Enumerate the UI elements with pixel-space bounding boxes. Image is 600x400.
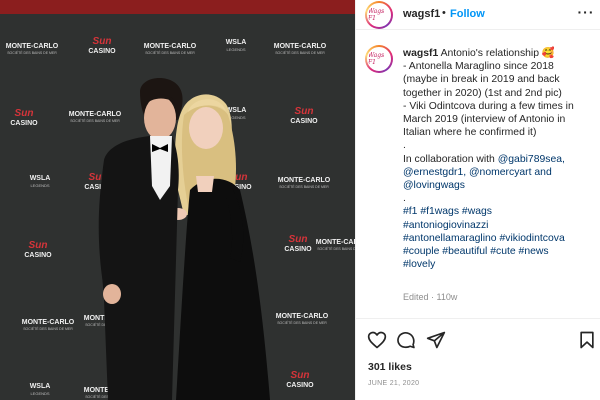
caption-username[interactable]: wagsf1 bbox=[403, 48, 438, 59]
backdrop-logo-text: Sun bbox=[93, 36, 112, 47]
backdrop-logo-text: WSLA bbox=[30, 175, 51, 182]
like-count[interactable]: 301 likes bbox=[368, 361, 412, 373]
backdrop-logo-text: SOCIÉTÉ DES BAINS DE MER bbox=[23, 326, 73, 331]
edited-timestamp: Edited · 110w bbox=[403, 292, 458, 302]
hashtag-link[interactable]: #couple #beautiful #cute #news bbox=[403, 245, 598, 258]
caption-line: Italian where he confirmed it) bbox=[403, 127, 537, 139]
backdrop-logo-text: Sun bbox=[295, 106, 314, 117]
backdrop-logo-text: SOCIÉTÉ DES BAINS DE MER bbox=[279, 184, 329, 189]
backdrop-logo-text: CASINO bbox=[290, 118, 318, 125]
red-curtain-band bbox=[0, 0, 355, 14]
caption-line: . bbox=[403, 193, 406, 205]
mention-link[interactable]: @ernestgdr1, @nomercyart and bbox=[403, 166, 598, 179]
post-sidebar: Wags F1 wagsf1 • Follow ··· Wags F1 wags… bbox=[355, 0, 600, 400]
backdrop-logo-text: LEGENDS bbox=[226, 47, 245, 52]
backdrop-logo-text: CASINO bbox=[24, 252, 52, 259]
caption-line: - Viki Odintcova during a few times in bbox=[403, 100, 574, 112]
backdrop-logo-text: CASINO bbox=[284, 246, 312, 253]
red-carpet-photo: MONTE-CARLOSOCIÉTÉ DES BAINS DE MERSunCA… bbox=[0, 0, 355, 400]
backdrop-logo-text: CASINO bbox=[88, 48, 116, 55]
follow-button[interactable]: Follow bbox=[450, 8, 485, 20]
caption-line: . bbox=[403, 140, 406, 152]
backdrop-logo-text: LEGENDS bbox=[30, 391, 49, 396]
action-bar bbox=[356, 318, 600, 358]
avatar[interactable]: Wags F1 bbox=[365, 1, 393, 29]
backdrop-logo-text: MONTE-CARLO bbox=[144, 43, 197, 50]
backdrop-logo-text: SOCIÉTÉ DES BAINS DE MER bbox=[275, 50, 325, 55]
backdrop-logo-text: MONTE-CARLO bbox=[276, 313, 329, 320]
post-date: JUNE 21, 2020 bbox=[368, 380, 420, 387]
caption-line: together in 2020) (1st and 2nd pic) bbox=[403, 87, 562, 99]
backdrop-logo-text: MONTE-CARLO bbox=[22, 319, 75, 326]
backdrop-logo-text: Sun bbox=[15, 108, 34, 119]
post-photo[interactable]: MONTE-CARLO SOCIÉTÉ DES BAINS DE MER Sun CA… bbox=[0, 0, 355, 400]
hashtag-link[interactable]: #antoniogiovinazzi bbox=[403, 219, 598, 232]
bookmark-icon[interactable] bbox=[577, 330, 597, 350]
backdrop-logo-text: MONTE-CARLO bbox=[69, 111, 122, 118]
paper-plane-icon[interactable] bbox=[426, 330, 446, 350]
backdrop-logo-text: Sun bbox=[29, 240, 48, 251]
hashtag-link[interactable]: #lovely bbox=[403, 258, 598, 271]
separator-dot: • bbox=[442, 7, 446, 19]
caption-line: - Antonella Maraglino since 2018 bbox=[403, 61, 554, 73]
backdrop-logo-text: SOCIÉTÉ DES BAINS DE MER bbox=[145, 50, 195, 55]
backdrop-logo-text: SOCIÉTÉ DES BAINS DE MER bbox=[7, 50, 57, 55]
comment-icon[interactable] bbox=[396, 330, 416, 350]
avatar-label: Wags F1 bbox=[368, 52, 385, 66]
backdrop-logo-text: Sun bbox=[291, 370, 310, 381]
avatar-label: Wags F1 bbox=[368, 8, 385, 22]
username-link[interactable]: wagsf1 bbox=[403, 8, 440, 20]
heart-icon[interactable] bbox=[367, 330, 387, 350]
hashtag-link[interactable]: #f1 #f1wags #wags bbox=[403, 205, 598, 218]
caption-line: In collaboration with bbox=[403, 153, 495, 165]
backdrop-logo-text: LEGENDS bbox=[30, 183, 49, 188]
backdrop-logo-text: SOCIÉTÉ DES BAINS DE MER bbox=[277, 320, 327, 325]
mention-link[interactable]: @gabi789sea, bbox=[498, 154, 565, 165]
backdrop-logo-text: MONTE-CARLO bbox=[278, 177, 331, 184]
caption-line: Antonio's relationship 🥰 bbox=[440, 48, 555, 59]
backdrop-logo-text: Sun bbox=[289, 234, 308, 245]
caption-avatar[interactable]: Wags F1 bbox=[365, 45, 393, 73]
backdrop-logo-text: CASINO bbox=[286, 382, 314, 389]
backdrop-logo-text: MONTE-CARLO bbox=[274, 43, 327, 50]
hashtag-link[interactable]: #antonellamaraglino #vikiodintcova bbox=[403, 232, 598, 245]
caption-line: March 2019 (interview of Antonio in bbox=[403, 114, 566, 126]
mention-link[interactable]: @lovingwags bbox=[403, 179, 598, 192]
caption-text: wagsf1 Antonio's relationship 🥰 - Antone… bbox=[403, 47, 598, 271]
post-caption: Wags F1 wagsf1 Antonio's relationship 🥰 … bbox=[356, 40, 600, 310]
backdrop-logo-text: SOCIÉTÉ DES BAINS DE MER bbox=[317, 246, 355, 251]
backdrop-logo-text: WSLA bbox=[30, 383, 51, 390]
backdrop-logo-text: WSLA bbox=[226, 39, 247, 46]
post-header: Wags F1 wagsf1 • Follow ··· bbox=[356, 0, 600, 30]
caption-line: (maybe in break in 2019 and back bbox=[403, 74, 560, 86]
backdrop-logo-text: CASINO bbox=[10, 120, 38, 127]
more-options-icon[interactable]: ··· bbox=[576, 4, 596, 20]
backdrop-logo-text: MONTE-CARLO bbox=[6, 43, 59, 50]
backdrop-logo-text: MONTE-CARLO bbox=[316, 239, 355, 246]
backdrop-logo-text: SOCIÉTÉ DES BAINS DE MER bbox=[70, 118, 120, 123]
